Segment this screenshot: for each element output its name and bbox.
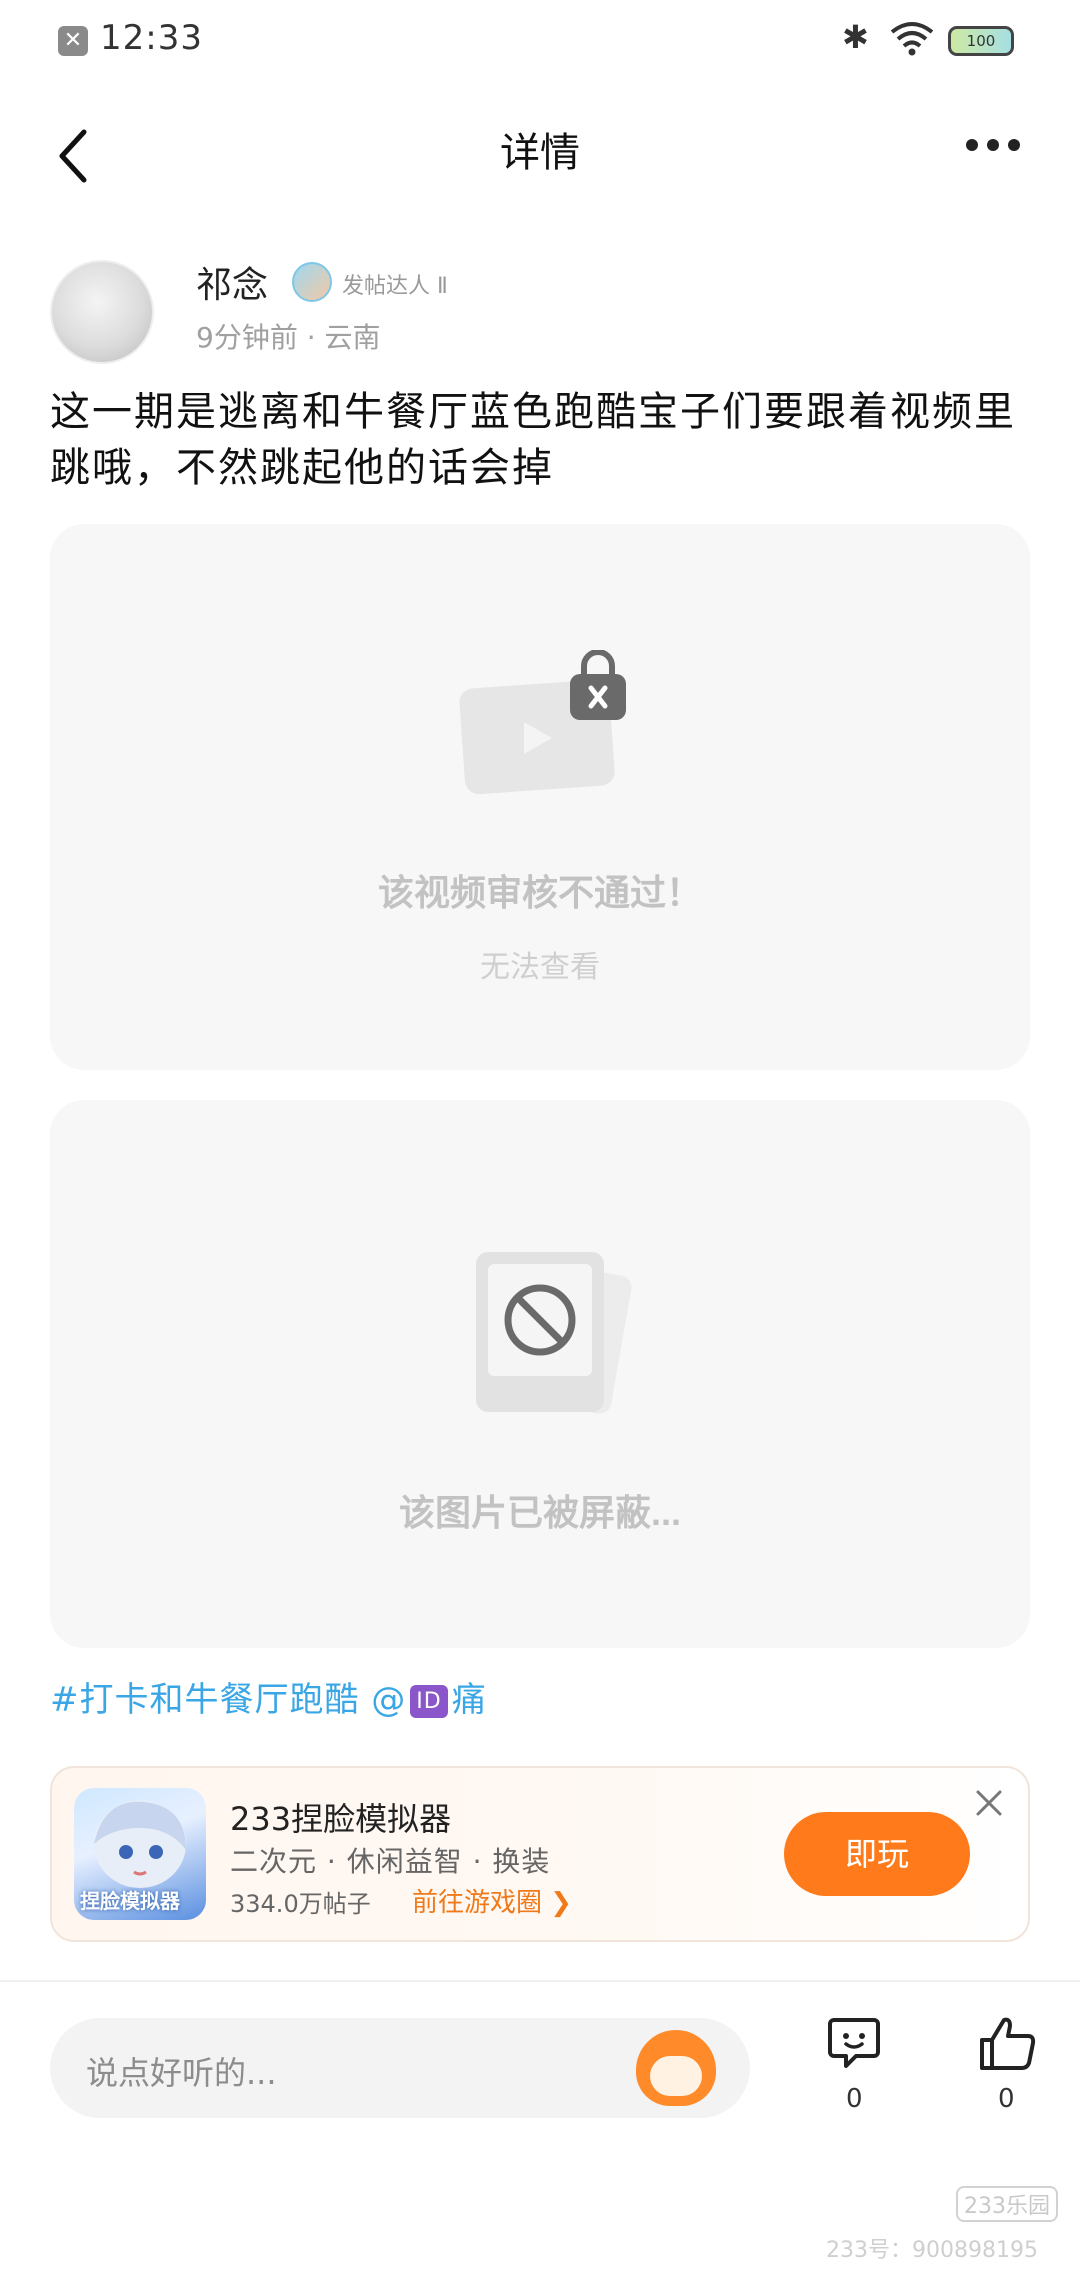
back-arrow-icon[interactable]: [52, 126, 92, 186]
battery-icon: 100: [948, 26, 1014, 56]
author-name[interactable]: 祁念: [196, 256, 268, 308]
watermark-account: 233号：900898195: [826, 2238, 1038, 2263]
game-circle-link[interactable]: 前往游戏圈 ❯: [412, 1882, 572, 1919]
id-emoji-icon: ID: [410, 1685, 448, 1718]
video-blocked-subtitle: 无法查看: [480, 950, 600, 985]
game-promo-card[interactable]: 捏脸模拟器 233捏脸模拟器 二次元 · 休闲益智 · 换装 334.0万帖子 …: [50, 1766, 1030, 1942]
mascot-emoji-icon[interactable]: [636, 2030, 716, 2106]
thumbs-up-icon[interactable]: [978, 2014, 1038, 2074]
blocked-image-card: 该图片已被屏蔽...: [50, 1100, 1030, 1648]
author-badge: 发帖达人 Ⅱ: [342, 274, 448, 299]
chevron-right-icon: ❯: [550, 1888, 573, 1918]
watermark-logo: 233乐园: [956, 2186, 1058, 2222]
post-meta: 9分钟前 · 云南: [196, 321, 381, 354]
notification-close-icon: ✕: [58, 26, 88, 56]
topic-tag[interactable]: #打卡和牛餐厅跑酷 @ ID 痛: [50, 1672, 487, 1721]
image-blocked-text: 该图片已被屏蔽...: [398, 1492, 681, 1533]
game-icon[interactable]: 捏脸模拟器: [74, 1788, 206, 1920]
like-count: 0: [998, 2084, 1015, 2114]
game-circle-link-label: 前往游戏圈: [412, 1888, 543, 1918]
more-options-icon[interactable]: [966, 136, 1030, 160]
topic-suffix: 痛: [451, 1680, 487, 1720]
play-now-button[interactable]: 即玩: [784, 1812, 970, 1896]
game-icon-label: 捏脸模拟器: [80, 1889, 180, 1913]
bluetooth-icon: ✱: [842, 18, 869, 56]
page-title: 详情: [500, 130, 580, 176]
game-tags: 二次元 · 休闲益智 · 换装: [230, 1845, 551, 1878]
comment-count: 0: [846, 2084, 863, 2114]
bottom-divider: [0, 1980, 1080, 1982]
status-time: 12:33: [100, 18, 203, 58]
comment-placeholder: 说点好听的...: [86, 2054, 277, 2092]
topic-prefix: #打卡和牛餐厅跑酷 @: [50, 1680, 407, 1720]
badge-icon: [292, 262, 332, 302]
status-bar: ✕ 12:33 ✱ 100: [0, 0, 1080, 80]
blocked-video-card: 该视频审核不通过！ 无法查看: [50, 524, 1030, 1070]
comment-icon[interactable]: [826, 2014, 882, 2070]
close-icon[interactable]: [972, 1786, 1006, 1820]
blocked-image-icon: [476, 1252, 632, 1414]
wifi-icon: [890, 22, 934, 56]
game-name: 233捏脸模拟器: [230, 1800, 452, 1838]
video-blocked-title: 该视频审核不通过！: [377, 872, 702, 913]
locked-video-icon: [459, 650, 626, 795]
author-avatar[interactable]: [50, 260, 154, 364]
post-text: 这一期是逃离和牛餐厅蓝色跑酷宝子们要跟着视频里跳哦，不然跳起他的话会掉: [50, 389, 1016, 491]
game-post-count: 334.0万帖子: [230, 1890, 371, 1918]
